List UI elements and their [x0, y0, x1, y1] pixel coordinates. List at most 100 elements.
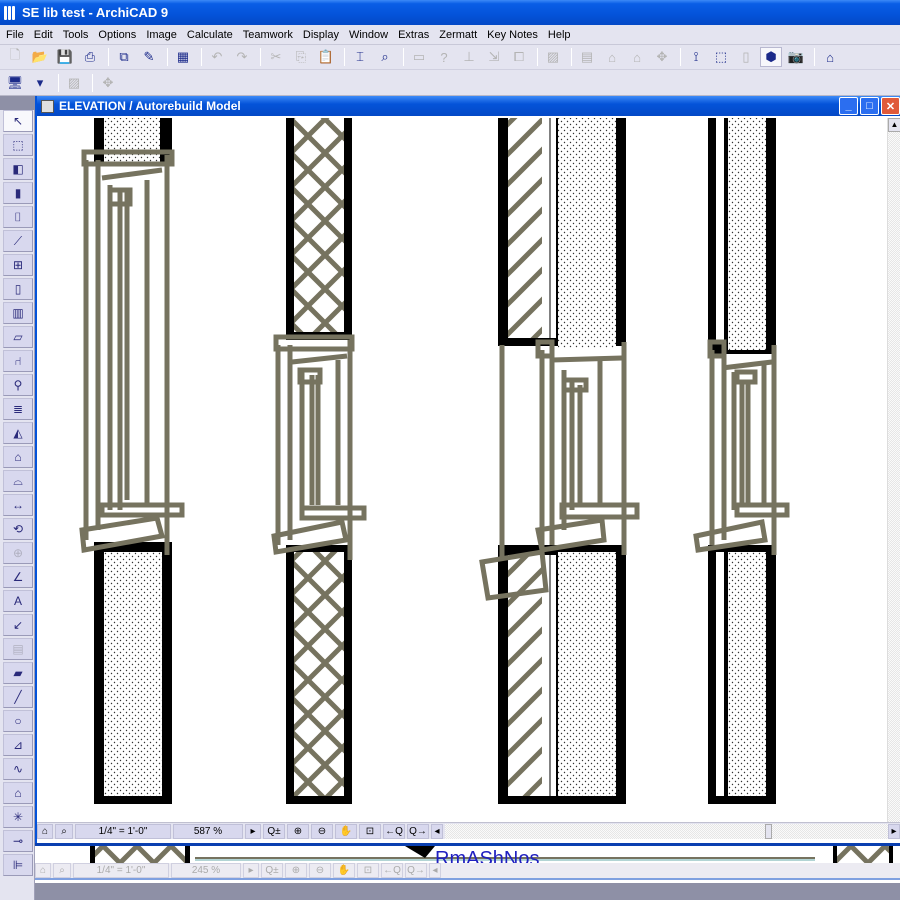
horizontal-scrollbar[interactable] [445, 823, 888, 839]
menu-help[interactable]: Help [544, 29, 577, 41]
elevation-icon[interactable]: ⌂ [626, 47, 648, 67]
figure-tool-icon[interactable]: ⌂ [3, 782, 33, 804]
pan-icon[interactable]: ✋ [335, 823, 357, 839]
layout-icon[interactable]: ▦ [172, 47, 194, 67]
save-icon[interactable]: 💾 [54, 47, 76, 67]
pen-icon[interactable]: ✎ [138, 47, 160, 67]
minimize-button[interactable]: _ [839, 97, 858, 115]
zoom-preview-icon[interactable]: ⌕ [55, 823, 73, 839]
zoom-in-out-icon[interactable]: Q± [263, 823, 285, 839]
tool-d-icon[interactable]: ⇲ [483, 47, 505, 67]
roof-slab-tool-icon[interactable]: ◭ [3, 422, 33, 444]
fill-icon[interactable]: ▨ [63, 73, 85, 93]
element-info-icon[interactable]: ▭ [408, 47, 430, 67]
menu-image[interactable]: Image [142, 29, 183, 41]
door-tool-icon[interactable]: ▯ [3, 278, 33, 300]
zoom-field-2[interactable]: 245 % [171, 863, 241, 878]
text-tool-icon[interactable]: A [3, 590, 33, 612]
zoom-in-icon-2[interactable]: ⊕ [285, 863, 307, 878]
cylinder-tool-icon[interactable]: ⌷ [3, 206, 33, 228]
zoom-in-out-icon-2[interactable]: Q± [261, 863, 283, 878]
find-icon[interactable]: ⌕ [374, 47, 396, 67]
slab-tool-icon[interactable]: ▱ [3, 326, 33, 348]
spline-tool-icon[interactable]: ∿ [3, 758, 33, 780]
axon-icon[interactable]: ⟟ [685, 47, 707, 67]
plot-icon[interactable]: ⧉ [113, 47, 135, 67]
navigator-icon[interactable]: ⌂ [37, 823, 53, 839]
menu-key-notes[interactable]: Key Notes [483, 29, 544, 41]
scale-field[interactable]: 1/4" = 1'-0" [75, 823, 171, 839]
3d-model-icon[interactable]: ⬢ [760, 47, 782, 67]
undo-icon[interactable]: ↶ [206, 47, 228, 67]
column-tool-icon[interactable]: ▮ [3, 182, 33, 204]
menu-window[interactable]: Window [345, 29, 394, 41]
elevation-tool-icon[interactable]: ⊫ [3, 854, 33, 876]
wall-tool-icon[interactable]: ◧ [3, 158, 33, 180]
menu-zermatt[interactable]: Zermatt [435, 29, 483, 41]
menu-file[interactable]: File [2, 29, 30, 41]
zoom-menu-arrow-icon-2[interactable]: ▸ [243, 863, 259, 878]
tool-c-icon[interactable]: ⊥ [458, 47, 480, 67]
background-window[interactable]: RmAShNos ⌂ ⌕ 1/4" = 1'-0" 245 % ▸ Q± ⊕ ⊖ ✋ ⊡… [35, 843, 900, 883]
section-icon[interactable]: ⌂ [601, 47, 623, 67]
zoom-in-icon[interactable]: ⊕ [287, 823, 309, 839]
drawing-canvas[interactable] [37, 118, 887, 818]
circle-tool-icon[interactable]: ○ [3, 710, 33, 732]
maximize-button[interactable]: □ [860, 97, 879, 115]
cut-icon[interactable]: ✂ [265, 47, 287, 67]
trace-icon[interactable]: ✥ [97, 73, 119, 93]
vertical-scrollbar[interactable]: ▲ [887, 118, 900, 828]
tool-e-icon[interactable]: ⧠ [508, 47, 530, 67]
previous-zoom-icon-2[interactable]: ←Q [381, 863, 403, 878]
floorplan-icon[interactable]: ▤ [576, 47, 598, 67]
lamp-tool-icon[interactable]: ⚲ [3, 374, 33, 396]
menu-display[interactable]: Display [299, 29, 345, 41]
polyline-tool-icon[interactable]: ⊿ [3, 734, 33, 756]
dropdown-arrow-icon[interactable]: ▾ [29, 73, 51, 93]
menu-calculate[interactable]: Calculate [183, 29, 239, 41]
arrow-tool-icon[interactable]: ↖ [3, 110, 33, 132]
menu-edit[interactable]: Edit [30, 29, 59, 41]
scroll-right-arrow[interactable]: ▸ [888, 823, 900, 839]
linear-dimension-tool-icon[interactable]: ↔ [3, 494, 33, 516]
next-zoom-icon-2[interactable]: Q→ [405, 863, 427, 878]
level-dimension-tool-icon[interactable]: ⊕ [3, 542, 33, 564]
3d-window-icon[interactable]: ⬚ [710, 47, 732, 67]
navigator-icon-2[interactable]: ⌂ [35, 863, 51, 878]
camera-icon[interactable]: 📷 [785, 47, 807, 67]
scroll-thumb[interactable] [765, 823, 772, 839]
menu-options[interactable]: Options [94, 29, 142, 41]
section-tool-icon[interactable]: ⊸ [3, 830, 33, 852]
zoom-field[interactable]: 587 % [173, 823, 243, 839]
menu-teamwork[interactable]: Teamwork [239, 29, 299, 41]
window-titlebar[interactable]: ELEVATION / Autorebuild Model _ □ ✕ [37, 96, 900, 116]
dimension-icon[interactable]: ⌶ [349, 47, 371, 67]
fit-in-window-icon[interactable]: ⊡ [359, 823, 381, 839]
radial-dimension-tool-icon[interactable]: ⟲ [3, 518, 33, 540]
fill-tool-icon[interactable]: ▰ [3, 662, 33, 684]
hatch-icon[interactable]: ▨ [542, 47, 564, 67]
display-options-icon[interactable]: 🖥 [4, 73, 26, 93]
fit-in-window-icon-2[interactable]: ⊡ [357, 863, 379, 878]
close-button[interactable]: ✕ [881, 97, 900, 115]
label-tool-icon[interactable]: ↙ [3, 614, 33, 636]
scroll-left-arrow-2[interactable]: ◂ [429, 863, 441, 878]
stair-tool-icon[interactable]: ≣ [3, 398, 33, 420]
zoom-menu-arrow-icon[interactable]: ▸ [245, 823, 261, 839]
open-icon[interactable]: 📂 [29, 47, 51, 67]
new-icon[interactable]: 🗋 [4, 47, 26, 67]
line-tool-icon[interactable]: ╱ [3, 686, 33, 708]
zoom-out-icon[interactable]: ⊖ [311, 823, 333, 839]
print-icon[interactable]: ⎙ [79, 47, 101, 67]
angle-dimension-tool-icon[interactable]: ∠ [3, 566, 33, 588]
house-icon[interactable]: ⌂ [819, 47, 841, 67]
menu-extras[interactable]: Extras [394, 29, 435, 41]
copy-icon[interactable]: ⎘ [290, 47, 312, 67]
paste-icon[interactable]: 📋 [315, 47, 337, 67]
scroll-up-arrow[interactable]: ▲ [888, 118, 900, 132]
object-tool-icon[interactable]: ⑁ [3, 350, 33, 372]
window-tool-icon[interactable]: ⊞ [3, 254, 33, 276]
next-zoom-icon[interactable]: Q→ [407, 823, 429, 839]
menu-tools[interactable]: Tools [59, 29, 95, 41]
roof-tool-icon[interactable]: ⌂ [3, 446, 33, 468]
